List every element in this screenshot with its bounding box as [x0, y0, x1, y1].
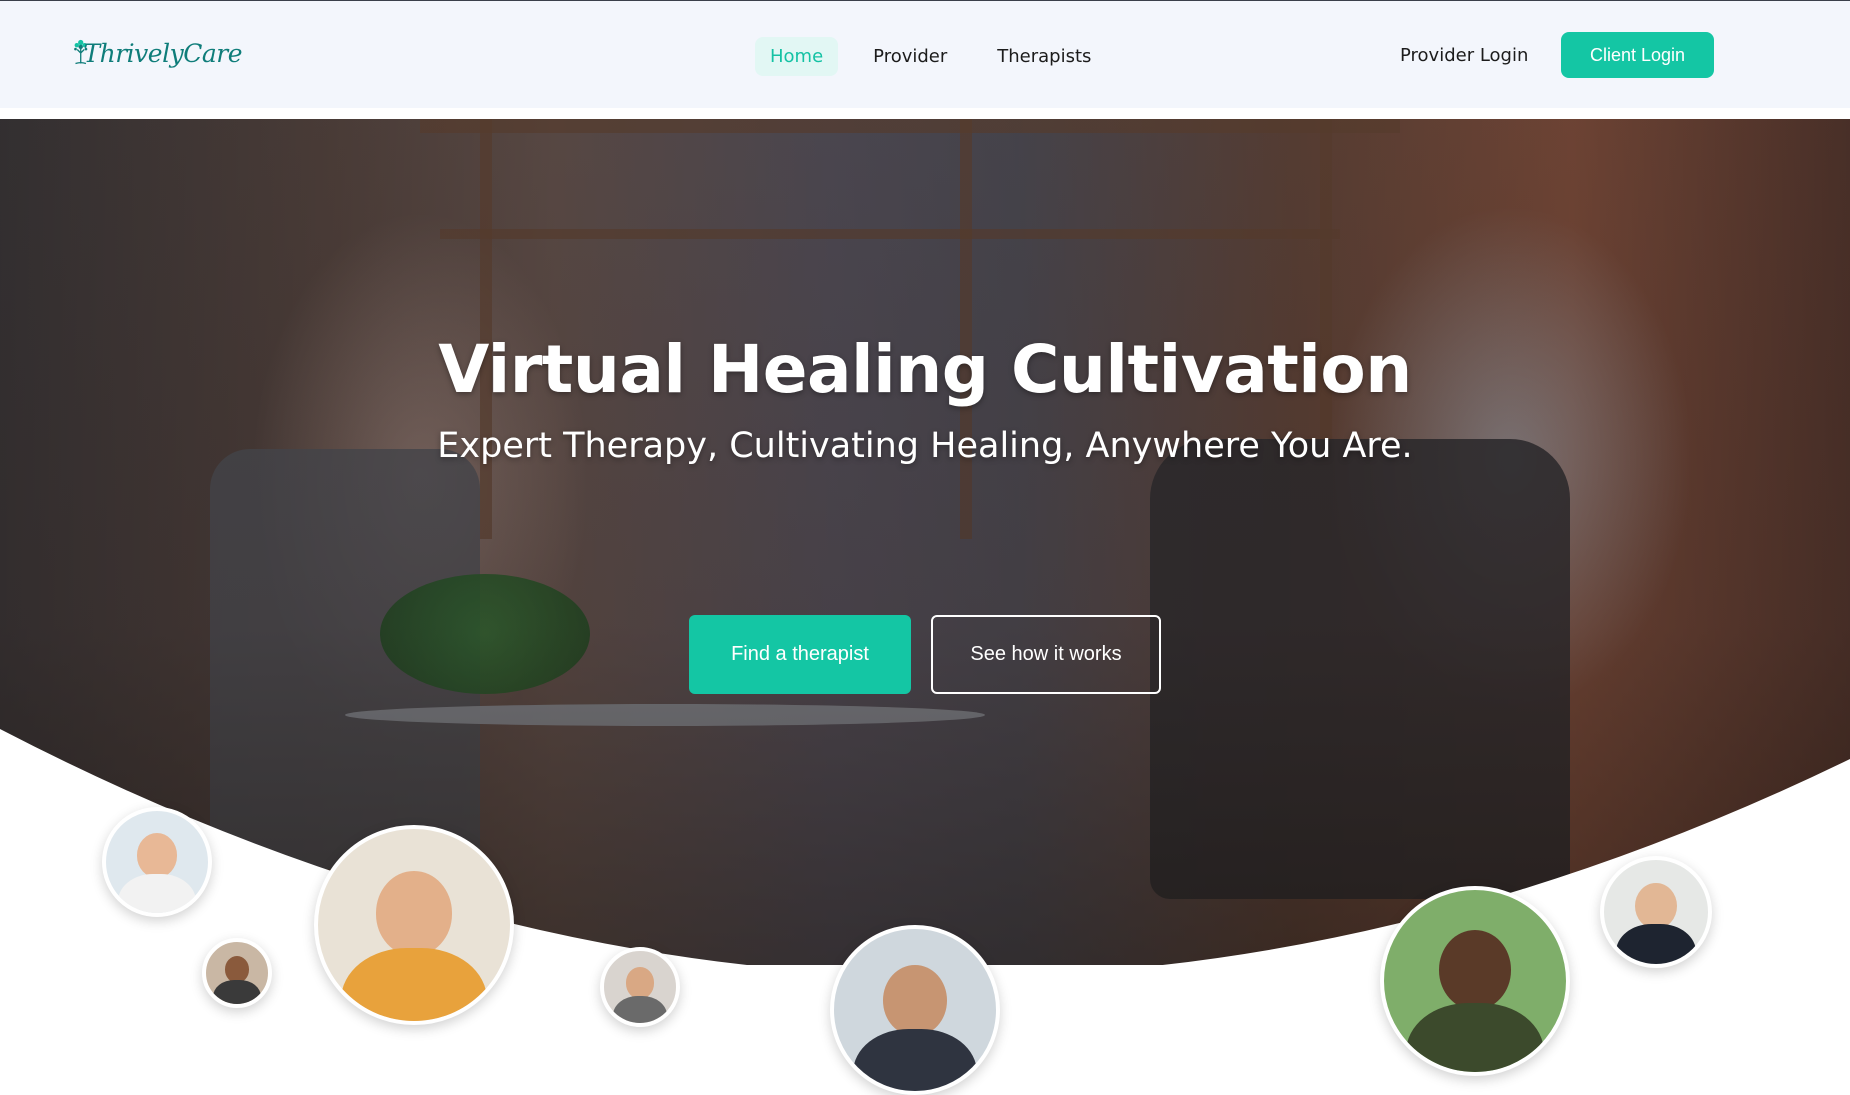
nav-therapists[interactable]: Therapists [982, 37, 1106, 76]
hero-subtitle: Expert Therapy, Cultivating Healing, Any… [437, 426, 1413, 466]
therapist-avatar[interactable] [830, 925, 1000, 1095]
nav-provider[interactable]: Provider [858, 37, 962, 76]
site-header: ThrivelyCare Home Provider Therapists Pr… [0, 0, 1850, 108]
hero-section: Virtual Healing Cultivation Expert Thera… [0, 119, 1850, 965]
see-how-it-works-button[interactable]: See how it works [931, 615, 1161, 694]
therapist-avatar[interactable] [600, 947, 680, 1027]
therapist-avatar[interactable] [202, 938, 272, 1008]
brand-logo[interactable]: ThrivelyCare [72, 17, 242, 89]
brand-name: ThrivelyCare [83, 38, 242, 68]
hero-title: Virtual Healing Cultivation [438, 331, 1412, 408]
client-login-button[interactable]: Client Login [1561, 32, 1714, 78]
nav-home[interactable]: Home [755, 37, 839, 76]
provider-login-link[interactable]: Provider Login [1400, 45, 1528, 66]
find-therapist-button[interactable]: Find a therapist [689, 615, 911, 694]
therapist-avatar[interactable] [102, 807, 212, 917]
therapist-avatar[interactable] [314, 825, 514, 1025]
main-nav: Home Provider Therapists [755, 37, 1106, 76]
therapist-avatar[interactable] [1600, 856, 1712, 968]
therapist-avatar[interactable] [1380, 886, 1570, 1076]
